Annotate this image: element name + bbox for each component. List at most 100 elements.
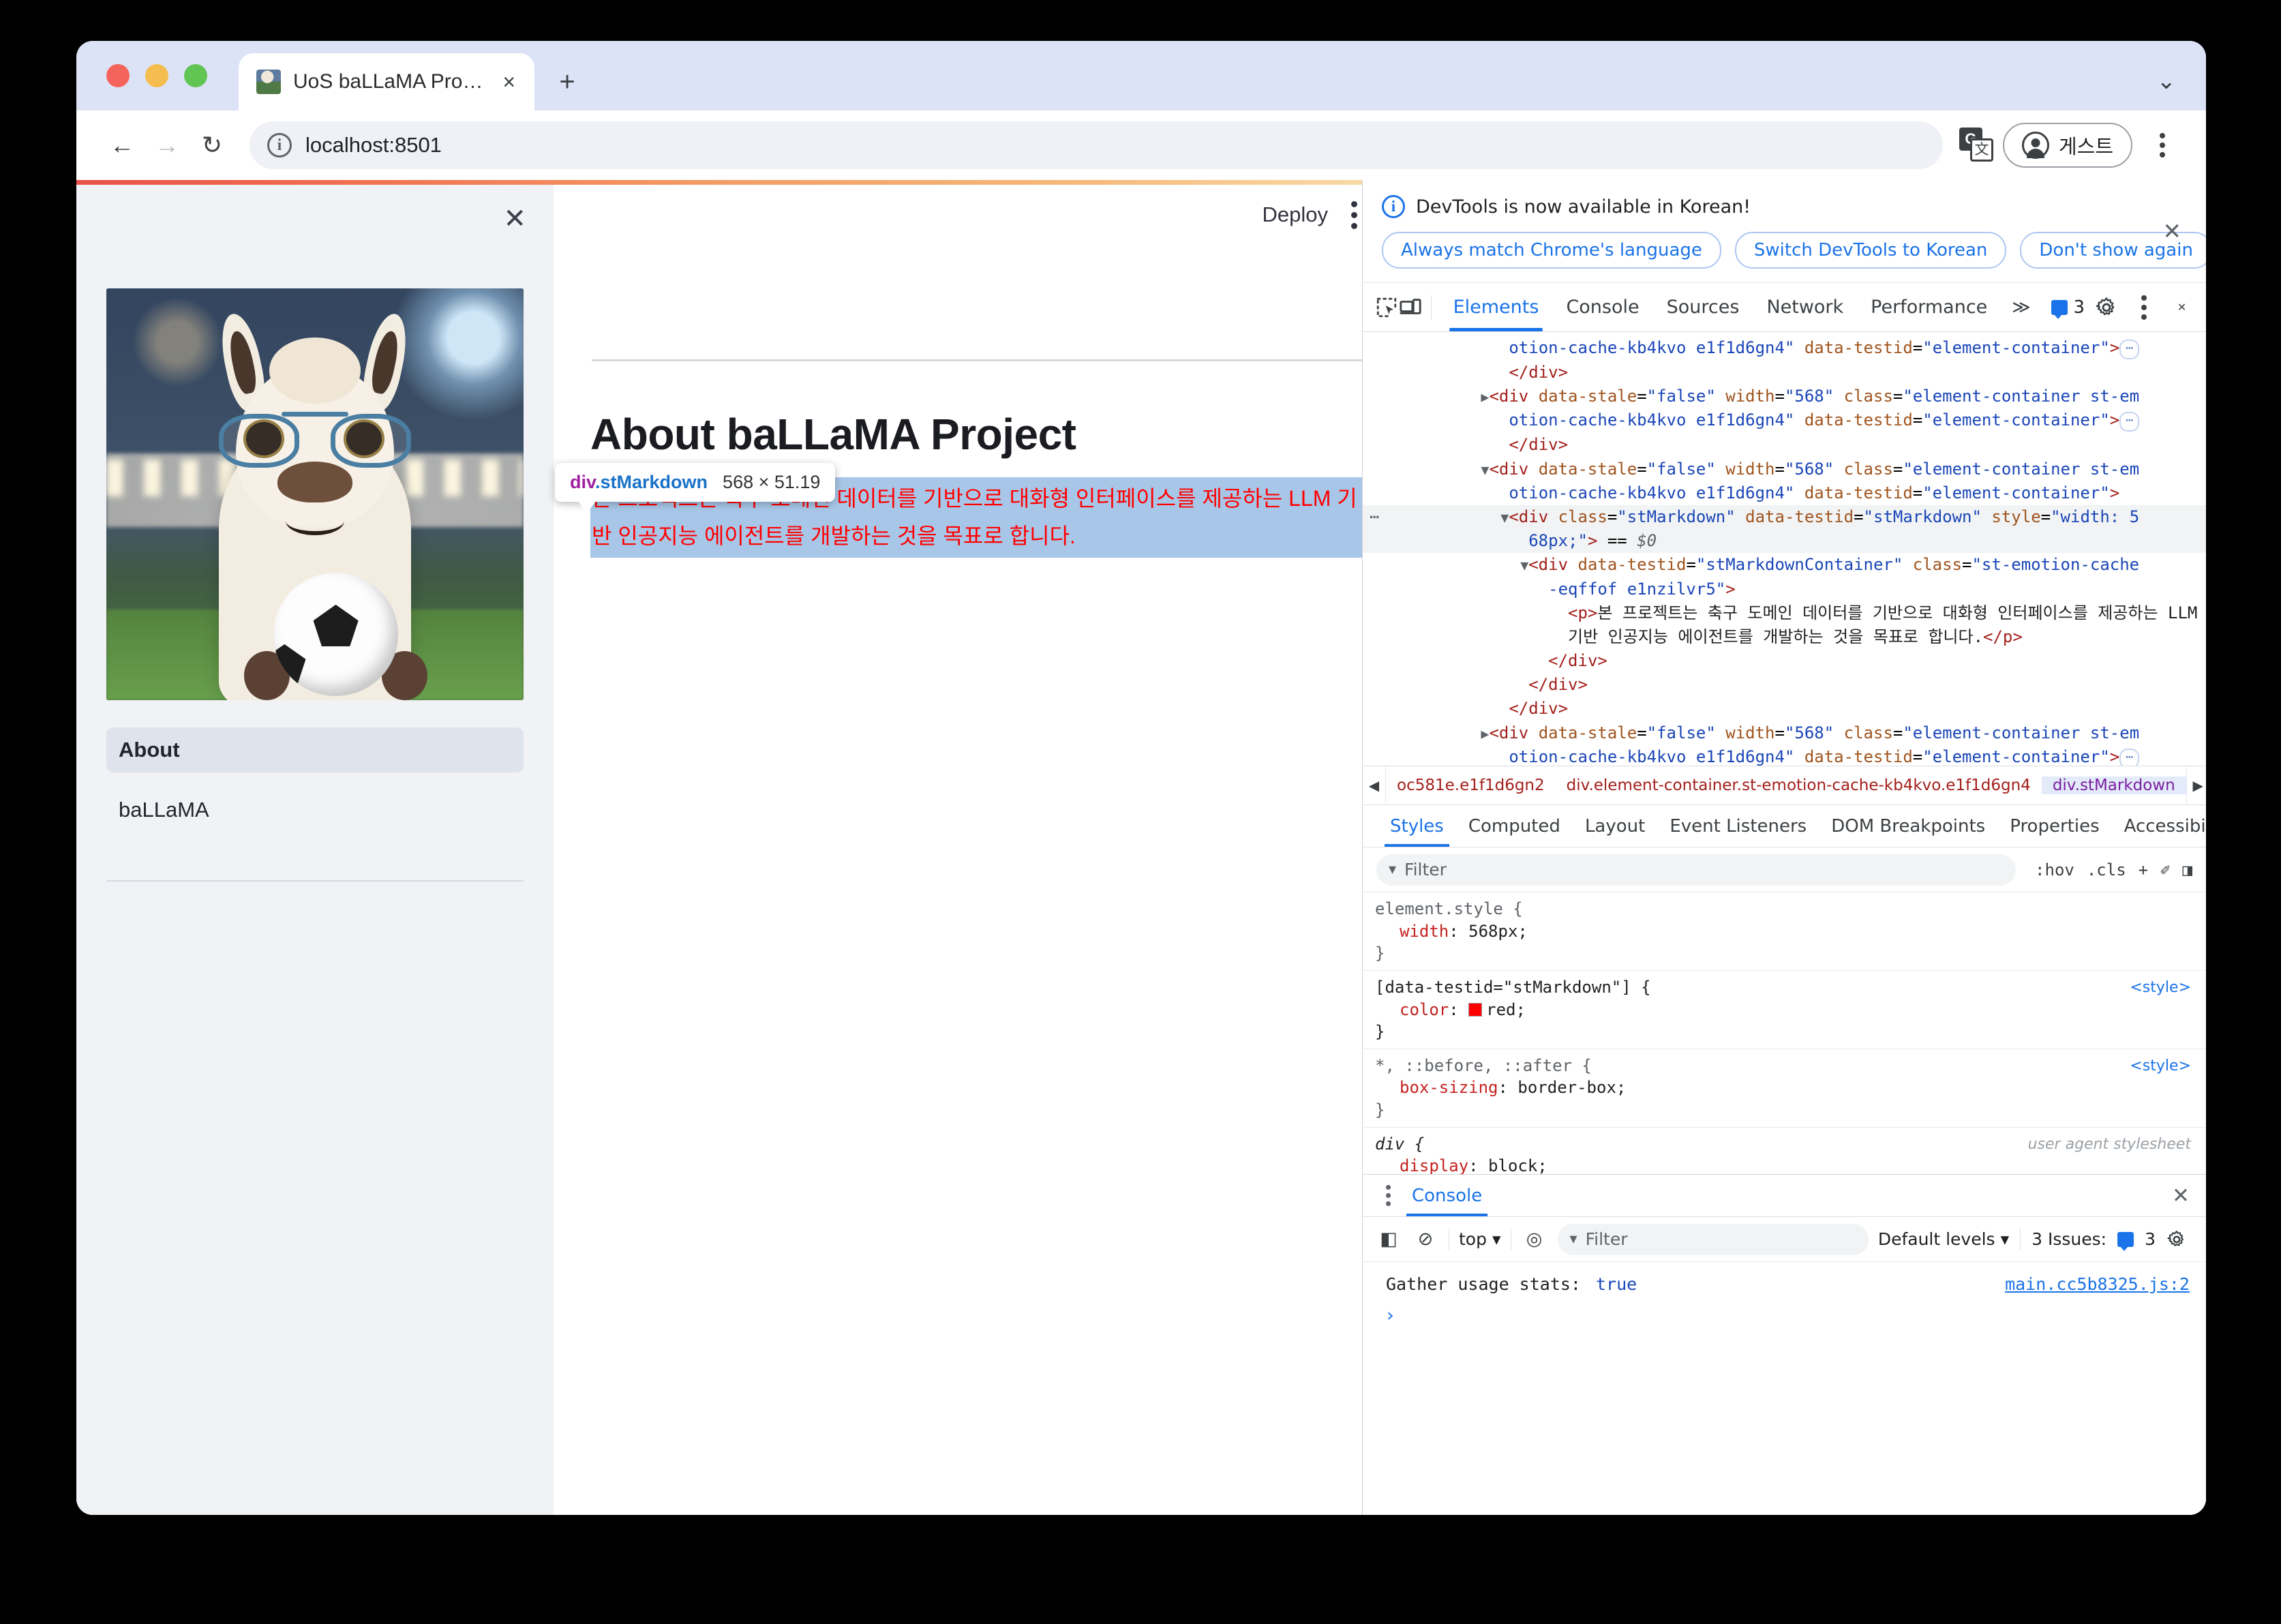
css-rule[interactable]: <style> [data-testid="stMarkdown"] {color…	[1363, 971, 2206, 1049]
address-bar[interactable]: i localhost:8501	[250, 121, 1943, 169]
tab-performance[interactable]: Performance	[1857, 283, 2001, 331]
console-message-source-link[interactable]: main.cc5b8325.js:2	[2005, 1274, 2190, 1294]
dom-node-line[interactable]: 기반 인공지능 에이전트를 개발하는 것을 목표로 합니다.</p>	[1363, 625, 2206, 649]
sidebar-item-ballama[interactable]: baLLaMA	[106, 787, 524, 832]
drawer-tab-console[interactable]: Console	[1400, 1175, 1494, 1216]
clear-console-icon[interactable]: ⊘	[1412, 1229, 1439, 1250]
color-swatch[interactable]	[1468, 1002, 1483, 1017]
new-style-rule-icon[interactable]: +	[2139, 860, 2148, 879]
tab-dom-breakpoints[interactable]: DOM Breakpoints	[1819, 805, 1997, 847]
switch-to-korean-button[interactable]: Switch DevTools to Korean	[1734, 232, 2007, 269]
console-prompt[interactable]: ›	[1363, 1294, 2206, 1326]
css-declaration[interactable]: display: block;	[1375, 1155, 2206, 1174]
sidebar-item-about[interactable]: About	[106, 727, 524, 772]
dom-node-line[interactable]: </div>	[1363, 697, 2206, 721]
tab-event-listeners[interactable]: Event Listeners	[1657, 805, 1819, 847]
maximize-window-button[interactable]	[184, 64, 207, 87]
tab-console[interactable]: Console	[1552, 283, 1652, 331]
dom-node-line[interactable]: <p>본 프로젝트는 축구 도메인 데이터를 기반으로 대화형 인터페이스를 제…	[1363, 601, 2206, 625]
live-expression-icon[interactable]: ◎	[1521, 1229, 1548, 1250]
css-selector[interactable]: [data-testid="stMarkdown"] {	[1375, 976, 2206, 999]
console-filter-input[interactable]: ▾ Filter	[1557, 1223, 1869, 1255]
dom-node-line[interactable]: otion-cache-kb4kvo e1f1d6gn4" data-testi…	[1363, 408, 2206, 433]
drawer-close-icon[interactable]: ✕	[2172, 1184, 2190, 1208]
issues-counter[interactable]: 3	[2042, 297, 2095, 319]
dom-node-line[interactable]: ▼<div data-testid="stMarkdownContainer" …	[1363, 553, 2206, 577]
console-sidebar-icon[interactable]: ◧	[1375, 1229, 1402, 1250]
close-tab-icon[interactable]: ×	[498, 67, 519, 97]
css-rule[interactable]: user agent stylesheet div {display: block…	[1363, 1128, 2206, 1174]
dom-node-line[interactable]: otion-cache-kb4kvo e1f1d6gn4" data-testi…	[1363, 481, 2206, 505]
dom-node-line[interactable]: </div>	[1363, 673, 2206, 697]
deploy-button[interactable]: Deploy	[1263, 202, 1329, 227]
translate-icon[interactable]: G 文	[1958, 126, 1996, 164]
tab-accessibility[interactable]: Accessibility	[2112, 805, 2206, 847]
devtools-close-icon[interactable]: ✕	[2170, 290, 2194, 325]
dom-node-line[interactable]: otion-cache-kb4kvo e1f1d6gn4" data-testi…	[1363, 336, 2206, 361]
styles-pane[interactable]: element.style {width: 568px;} <style> [dat…	[1363, 892, 2206, 1174]
forward-button[interactable]: →	[145, 123, 190, 168]
tab-network[interactable]: Network	[1753, 283, 1857, 331]
dom-node-line[interactable]: -eqffof e1nzilvr5">	[1363, 577, 2206, 601]
reload-button[interactable]: ↻	[190, 123, 235, 168]
breadcrumb-item-1[interactable]: div.element-container.st-emotion-cache-k…	[1556, 777, 2042, 794]
tab-layout[interactable]: Layout	[1573, 805, 1657, 847]
profile-button[interactable]: 게스트	[2002, 123, 2132, 168]
tab-sources[interactable]: Sources	[1653, 283, 1753, 331]
breadcrumb-scroll-right-icon[interactable]: ▶	[2186, 766, 2206, 805]
console-issues-label[interactable]: 3 Issues:	[2031, 1229, 2106, 1249]
css-declaration[interactable]: box-sizing: border-box;	[1375, 1077, 2206, 1099]
dom-node-line[interactable]: ▶<div data-stale="false" width="568" cla…	[1363, 721, 2206, 745]
console-levels-select[interactable]: Default levels ▾	[1878, 1229, 2009, 1249]
drawer-menu-icon[interactable]	[1376, 1185, 1400, 1206]
css-rule-source[interactable]: <style>	[2130, 1056, 2191, 1077]
css-rule-source[interactable]: <style>	[2130, 978, 2191, 998]
tab-search-chevron-down-icon[interactable]: ⌄	[2157, 70, 2207, 110]
minimize-window-button[interactable]	[145, 64, 168, 87]
css-rule[interactable]: <style> *, ::before, ::after {box-sizing:…	[1363, 1049, 2206, 1128]
breadcrumb-scroll-left-icon[interactable]: ◀	[1363, 766, 1386, 805]
dom-node-line[interactable]: </div>	[1363, 433, 2206, 457]
devtools-menu-icon[interactable]	[2125, 295, 2163, 320]
tab-computed[interactable]: Computed	[1456, 805, 1573, 847]
dom-node-line[interactable]: 68px;"> == $0	[1363, 529, 2206, 554]
dom-node-line[interactable]: ⋯ ▼<div class="stMarkdown" data-testid="…	[1363, 505, 2206, 530]
console-settings-gear-icon[interactable]	[2166, 1229, 2194, 1250]
dom-tree[interactable]: otion-cache-kb4kvo e1f1d6gn4" data-testi…	[1363, 332, 2206, 766]
cls-toggle[interactable]: .cls	[2087, 860, 2126, 879]
streamlit-menu-icon[interactable]	[1351, 200, 1357, 229]
site-info-icon[interactable]: i	[267, 133, 292, 157]
settings-gear-icon[interactable]	[2094, 290, 2118, 325]
chrome-menu-icon[interactable]	[2143, 133, 2181, 157]
styles-filter-input[interactable]: ▾ Filter	[1376, 854, 2016, 886]
banner-close-icon[interactable]: ✕	[2157, 215, 2187, 248]
console-context-select[interactable]: top ▾	[1459, 1229, 1501, 1249]
tab-elements[interactable]: Elements	[1440, 283, 1553, 331]
sidebar-close-icon[interactable]: ✕	[498, 200, 532, 238]
breadcrumb-item-2[interactable]: div.stMarkdown	[2041, 777, 2186, 794]
hov-toggle[interactable]: :hov	[2035, 860, 2074, 879]
toggle-computed-sidebar-icon[interactable]: ◨	[2183, 860, 2192, 879]
inspect-element-icon[interactable]	[1375, 290, 1399, 325]
device-toolbar-icon[interactable]	[1399, 290, 1423, 325]
more-tabs-icon[interactable]: ≫	[2001, 297, 2041, 318]
close-window-button[interactable]	[106, 64, 130, 87]
dom-node-line[interactable]: </div>	[1363, 649, 2206, 673]
browser-tab[interactable]: UoS baLLaMA Project ×	[239, 53, 534, 110]
tab-properties[interactable]: Properties	[1997, 805, 2111, 847]
dom-node-line[interactable]: otion-cache-kb4kvo e1f1d6gn4" data-testi…	[1363, 745, 2206, 766]
css-declaration[interactable]: color: red;	[1375, 999, 2206, 1021]
dom-node-line[interactable]: ▼<div data-stale="false" width="568" cla…	[1363, 457, 2206, 481]
breadcrumb-item-0[interactable]: oc581e.e1f1d6gn2	[1386, 777, 1556, 794]
css-rule[interactable]: element.style {width: 568px;}	[1363, 892, 2206, 971]
dom-node-line[interactable]: ▶<div data-stale="false" width="568" cla…	[1363, 385, 2206, 408]
dom-node-line[interactable]: </div>	[1363, 361, 2206, 385]
tab-styles[interactable]: Styles	[1378, 805, 1456, 847]
back-button[interactable]: ←	[100, 123, 145, 168]
new-tab-button[interactable]: +	[551, 68, 584, 95]
css-selector[interactable]: element.style {	[1375, 898, 2206, 920]
css-rule-source[interactable]: user agent stylesheet	[2028, 1134, 2191, 1155]
css-declaration[interactable]: width: 568px;	[1375, 920, 2206, 943]
css-selector[interactable]: *, ::before, ::after {	[1375, 1055, 2206, 1077]
element-classes-icon[interactable]: ✐	[2160, 860, 2170, 879]
